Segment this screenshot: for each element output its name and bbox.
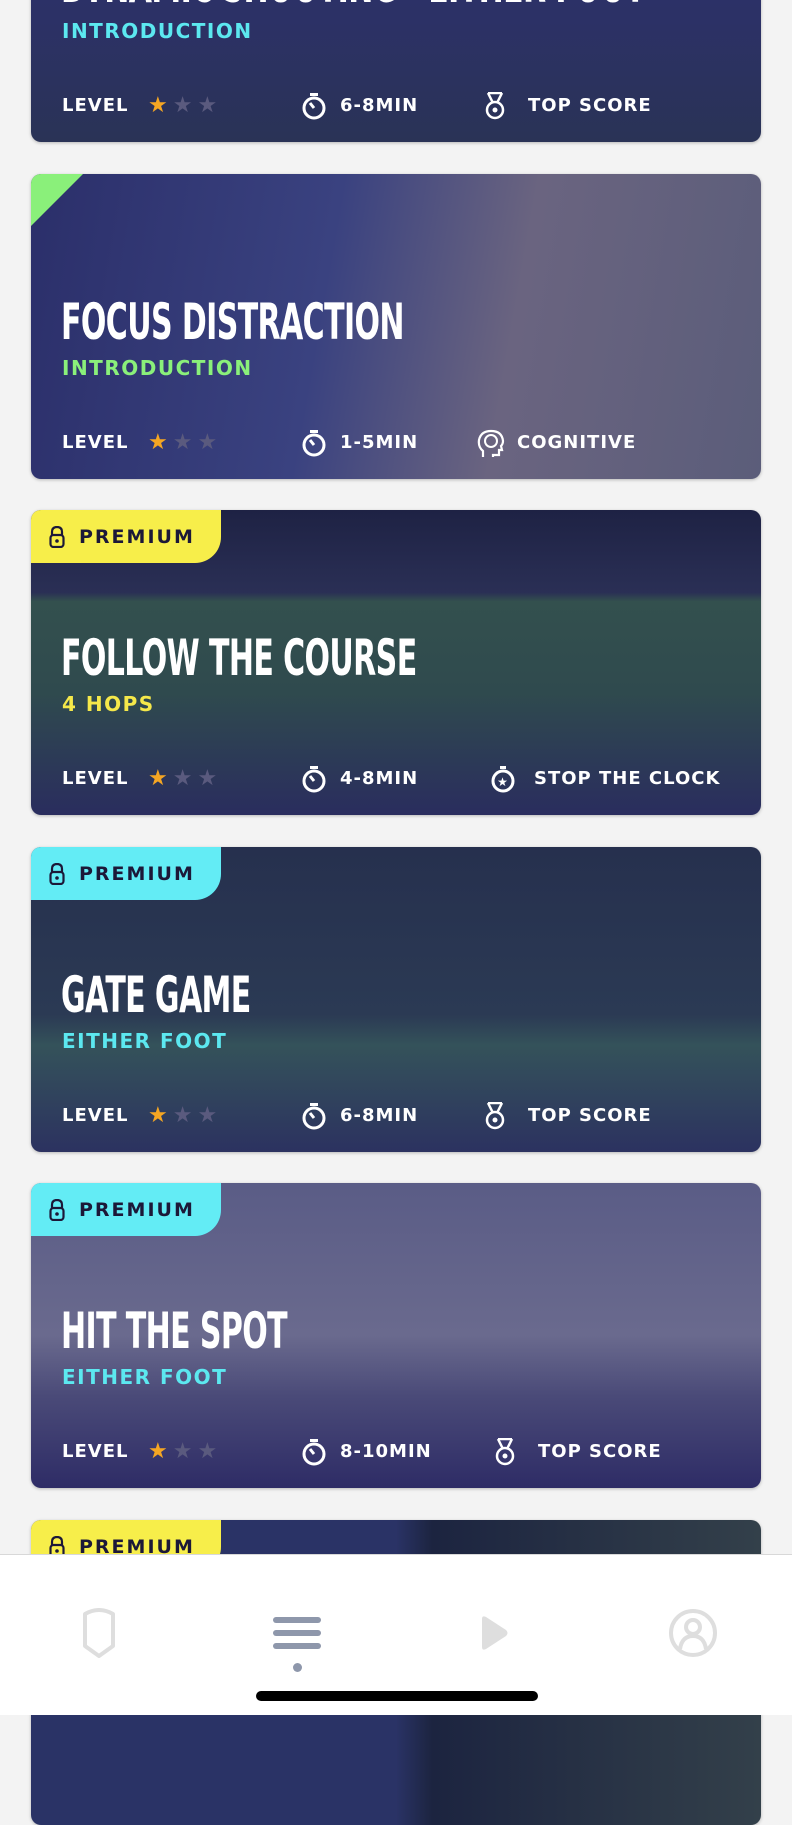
level-label: LEVEL <box>62 432 129 453</box>
drill-title: HIT THE SPOT <box>61 1302 288 1360</box>
mode-icon-wrap <box>484 1101 506 1139</box>
stopwatch-icon <box>302 766 326 793</box>
tab-profile[interactable] <box>663 1607 723 1659</box>
duration-icon-wrap <box>301 1438 327 1475</box>
duration-icon-wrap <box>301 429 327 466</box>
drill-meta: LEVEL ★ ★ ★ 4-8MIN ★ STOP THE CLOCK <box>62 765 752 793</box>
premium-label: PREMIUM <box>79 525 195 548</box>
duration: 8-10MIN <box>340 1441 432 1462</box>
brain-icon <box>477 429 505 457</box>
tab-home[interactable] <box>69 1607 129 1659</box>
medal-icon <box>485 91 505 120</box>
drill-meta: LEVEL ★ ★ ★ 6-8MIN TOP SCORE <box>62 91 752 120</box>
star-filled-icon: ★ <box>148 430 169 455</box>
premium-label: PREMIUM <box>79 1198 195 1221</box>
stopwatch-icon <box>302 1103 326 1130</box>
level-label: LEVEL <box>62 768 129 789</box>
stopwatch-icon <box>302 93 326 120</box>
lock-icon <box>49 525 65 548</box>
drill-subtitle: INTRODUCTION <box>62 19 253 43</box>
star-empty-icon: ★ <box>172 1439 194 1464</box>
star-filled-icon: ★ <box>148 93 169 118</box>
tab-play[interactable] <box>464 1607 524 1659</box>
lock-icon <box>49 1198 65 1221</box>
level-stars: ★ ★ ★ <box>148 1438 218 1466</box>
drill-card[interactable]: PREMIUM GATE GAME EITHER FOOT LEVEL ★ ★ ★ 6-… <box>31 847 761 1152</box>
stopwatch-star-icon: ★ <box>491 766 515 793</box>
play-icon <box>482 1616 508 1650</box>
star-filled-icon: ★ <box>148 766 169 791</box>
drill-card[interactable]: DYNAMIC SHOOTING - EITHER FOOT INTRODUCTI… <box>31 0 761 142</box>
mode-label: COGNITIVE <box>517 432 637 453</box>
drill-title: DYNAMIC SHOOTING - EITHER FOOT <box>61 0 645 15</box>
star-empty-icon: ★ <box>172 430 194 455</box>
drill-meta: LEVEL ★ ★ ★ 1-5MIN COGNITIVE <box>62 429 752 457</box>
star-filled-icon: ★ <box>148 1439 169 1464</box>
premium-label: PREMIUM <box>79 862 195 885</box>
mode-icon-wrap: ★ <box>490 765 516 802</box>
premium-badge: PREMIUM <box>31 847 221 900</box>
drill-title: FOLLOW THE COURSE <box>61 629 417 687</box>
duration-icon-wrap <box>301 765 327 802</box>
mode-label: TOP SCORE <box>538 1441 662 1462</box>
mode-label: TOP SCORE <box>528 95 652 116</box>
mode-label: TOP SCORE <box>528 1105 652 1126</box>
drill-card[interactable]: PREMIUM HIT THE SPOT EITHER FOOT LEVEL ★ ★ ★… <box>31 1183 761 1488</box>
duration: 6-8MIN <box>340 95 419 116</box>
drill-meta: LEVEL ★ ★ ★ 6-8MIN TOP SCORE <box>62 1101 752 1130</box>
star-empty-icon: ★ <box>197 766 219 791</box>
drill-title: FOCUS DISTRACTION <box>61 293 405 351</box>
drill-subtitle: EITHER FOOT <box>62 1029 228 1053</box>
star-empty-icon: ★ <box>197 1103 219 1128</box>
drill-subtitle: 4 HOPS <box>62 692 155 716</box>
lock-icon <box>49 862 65 885</box>
star-empty-icon: ★ <box>172 766 194 791</box>
stopwatch-icon <box>302 430 326 457</box>
home-indicator <box>256 1691 538 1701</box>
mode-icon-wrap <box>494 1437 516 1475</box>
bottom-tab-bar <box>0 1554 792 1715</box>
star-filled-icon: ★ <box>148 1103 169 1128</box>
duration: 6-8MIN <box>340 1105 419 1126</box>
shield-icon <box>83 1608 115 1658</box>
star-empty-icon: ★ <box>197 93 219 118</box>
level-stars: ★ ★ ★ <box>148 429 218 457</box>
medal-icon <box>485 1101 505 1130</box>
mode-icon-wrap <box>484 91 506 129</box>
new-corner-flag <box>31 174 83 226</box>
drill-meta: LEVEL ★ ★ ★ 8-10MIN TOP SCORE <box>62 1437 752 1466</box>
mode-label: STOP THE CLOCK <box>534 768 721 789</box>
level-stars: ★ ★ ★ <box>148 1102 218 1130</box>
active-tab-indicator <box>293 1663 302 1672</box>
stopwatch-icon <box>302 1439 326 1466</box>
star-empty-icon: ★ <box>172 1103 194 1128</box>
duration: 1-5MIN <box>340 432 419 453</box>
svg-text:★: ★ <box>497 775 509 789</box>
drill-card[interactable]: PREMIUM FOLLOW THE COURSE 4 HOPS LEVEL ★ ★ ★… <box>31 510 761 815</box>
level-stars: ★ ★ ★ <box>148 765 218 793</box>
menu-icon <box>273 1617 321 1649</box>
premium-badge: PREMIUM <box>31 1183 221 1236</box>
duration-icon-wrap <box>301 1102 327 1139</box>
star-empty-icon: ★ <box>197 1439 219 1464</box>
drill-title: GATE GAME <box>61 966 251 1024</box>
drill-subtitle: EITHER FOOT <box>62 1365 228 1389</box>
level-label: LEVEL <box>62 1441 129 1462</box>
level-label: LEVEL <box>62 1105 129 1126</box>
drill-subtitle: INTRODUCTION <box>62 356 253 380</box>
mode-icon-wrap <box>477 429 505 468</box>
duration-icon-wrap <box>301 92 327 129</box>
profile-icon <box>669 1609 717 1657</box>
drill-card[interactable]: FOCUS DISTRACTION INTRODUCTION LEVEL ★ ★ ★ … <box>31 174 761 479</box>
level-label: LEVEL <box>62 95 129 116</box>
duration: 4-8MIN <box>340 768 419 789</box>
star-empty-icon: ★ <box>197 430 219 455</box>
medal-icon <box>495 1437 515 1466</box>
tab-drills[interactable] <box>267 1607 327 1659</box>
star-empty-icon: ★ <box>172 93 194 118</box>
premium-badge: PREMIUM <box>31 510 221 563</box>
level-stars: ★ ★ ★ <box>148 92 218 120</box>
